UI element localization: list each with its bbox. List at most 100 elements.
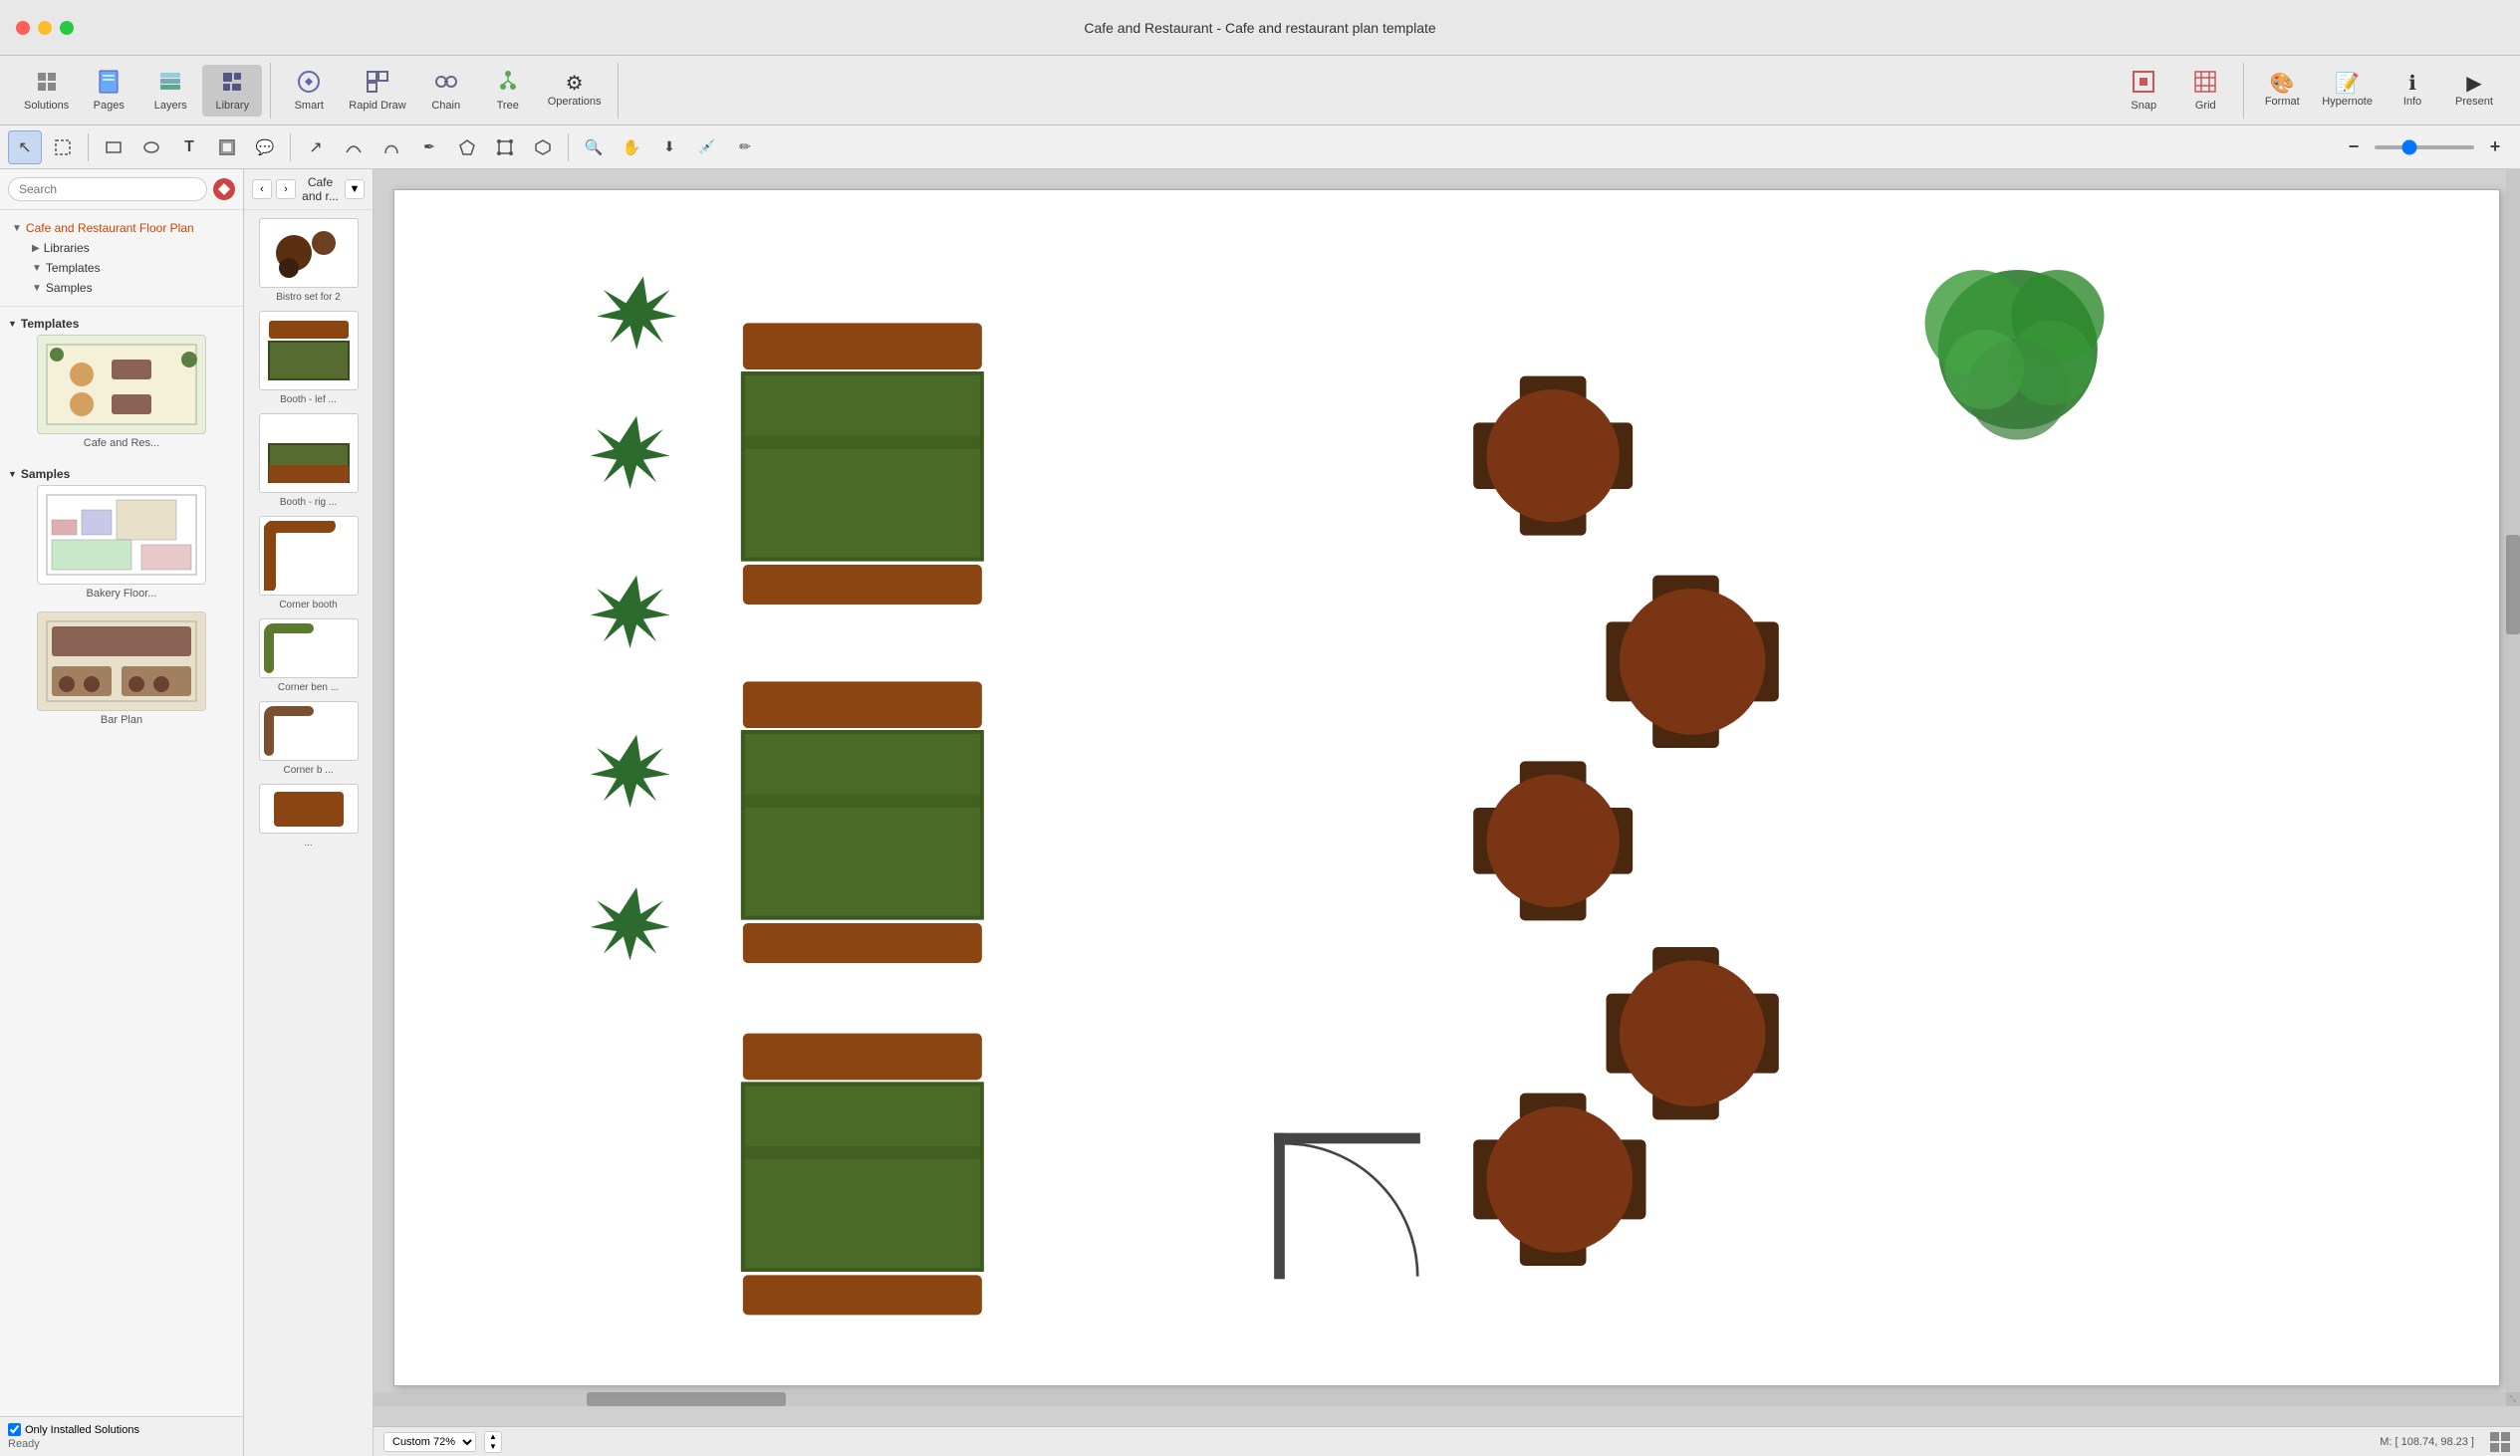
ellipse-tool-button[interactable] xyxy=(134,130,168,164)
h-scroll-thumb[interactable] xyxy=(587,1392,786,1406)
snap-button[interactable]: Snap xyxy=(2114,65,2173,117)
pages-icon xyxy=(98,70,120,98)
zoom-out-button[interactable]: − xyxy=(2337,130,2371,164)
library-button[interactable]: Library xyxy=(202,65,262,117)
rect-tool-button[interactable] xyxy=(97,130,130,164)
transform-tool-button[interactable] xyxy=(488,130,522,164)
panel-booth-right[interactable]: Booth - rig ... xyxy=(252,413,365,508)
panels-dropdown-button[interactable]: ▼ xyxy=(345,179,365,199)
app-layout: ▼ Cafe and Restaurant Floor Plan ▶ Libra… xyxy=(0,169,2520,1456)
bar-template-card[interactable]: Bar Plan xyxy=(8,611,235,726)
status-bar: Ready xyxy=(8,1438,235,1450)
corner-booth-thumb xyxy=(259,516,359,596)
anchor-tool-button[interactable] xyxy=(450,130,484,164)
nav-toolbar-group: Solutions Pages Layers Library xyxy=(8,63,271,119)
info-button[interactable]: ℹ Info xyxy=(2383,65,2442,117)
hypernote-button[interactable]: 📝 Hypernote xyxy=(2314,65,2381,117)
panel-corner-b[interactable]: Corner b ... xyxy=(252,701,365,776)
bar-template-thumb xyxy=(37,611,206,711)
rapid-draw-button[interactable]: Rapid Draw xyxy=(341,65,413,117)
grid-label: Grid xyxy=(2195,100,2216,112)
samples-section-header[interactable]: ▼ Samples xyxy=(8,461,235,485)
canvas-scrollbar-h[interactable] xyxy=(374,1392,2506,1406)
tree-samples[interactable]: ▼ Samples xyxy=(24,278,239,298)
panels-nav-title: Cafe and r... xyxy=(300,175,341,203)
tree-samples-label: Samples xyxy=(46,281,93,295)
canvas-area: ⤡ xyxy=(374,169,2520,1456)
panel-bistro-set[interactable]: Bistro set for 2 xyxy=(252,218,365,303)
tree-root[interactable]: ▼ Cafe and Restaurant Floor Plan xyxy=(4,218,239,238)
canvas-scrollbar-v[interactable] xyxy=(2506,169,2520,1386)
fill-tool-button[interactable]: ⬇ xyxy=(652,130,686,164)
smart-button[interactable]: Smart xyxy=(279,65,339,117)
grid-icon xyxy=(2193,70,2217,98)
templates-section-header[interactable]: ▼ Templates xyxy=(8,311,235,335)
marquee-tool-button[interactable] xyxy=(46,130,80,164)
search-magic-button[interactable] xyxy=(213,178,235,200)
arc-tool-button[interactable] xyxy=(375,130,408,164)
tree-tmpl-arrow: ▼ xyxy=(32,263,42,274)
operations-button[interactable]: ⚙ Operations xyxy=(540,65,610,117)
zoom-slider[interactable] xyxy=(2375,145,2474,149)
panels-next-button[interactable]: › xyxy=(276,179,296,199)
info-icon: ℹ xyxy=(2408,74,2416,94)
tree-templates[interactable]: ▼ Templates xyxy=(24,258,239,278)
panels-prev-button[interactable]: ‹ xyxy=(252,179,272,199)
pages-button[interactable]: Pages xyxy=(79,65,138,117)
select-tool-button[interactable]: ↖ xyxy=(8,130,42,164)
tree-libraries-label: Libraries xyxy=(44,241,90,255)
panel-booth-left[interactable]: Booth - lef ... xyxy=(252,311,365,405)
minimize-button[interactable] xyxy=(38,21,52,35)
curve-tool-button[interactable] xyxy=(337,130,371,164)
zoom-select[interactable]: Custom 72% 25% 50% 75% 100% 150% 200% xyxy=(383,1432,476,1452)
operations-label: Operations xyxy=(548,96,602,108)
more-thumb xyxy=(259,784,359,834)
search-input[interactable] xyxy=(8,177,207,201)
canvas-resize-corner: ⤡ xyxy=(2506,1386,2520,1406)
tree-samp-arrow: ▼ xyxy=(32,283,42,294)
arrow-tool-button[interactable]: ↗ xyxy=(299,130,333,164)
chain-button[interactable]: Chain xyxy=(416,65,476,117)
canvas-drawing-area[interactable] xyxy=(393,189,2500,1386)
present-button[interactable]: ▶ Present xyxy=(2444,65,2504,117)
note-tool-button[interactable]: 💬 xyxy=(248,130,282,164)
canvas[interactable]: ⤡ xyxy=(374,169,2520,1426)
solutions-button[interactable]: Solutions xyxy=(16,65,77,117)
hand-tool-button[interactable]: ✋ xyxy=(615,130,648,164)
maximize-button[interactable] xyxy=(60,21,74,35)
resize-indicator: ⤡ xyxy=(2506,1392,2520,1406)
canvas-search-button[interactable]: 🔍 xyxy=(577,130,611,164)
zoom-step-down[interactable]: ▼ xyxy=(485,1442,501,1452)
panel-corner-booth[interactable]: Corner booth xyxy=(252,516,365,610)
cafe-template-card[interactable]: Cafe and Res... xyxy=(8,335,235,449)
window-controls xyxy=(16,21,74,35)
grid-button[interactable]: Grid xyxy=(2175,65,2235,117)
hypernote-label: Hypernote xyxy=(2322,96,2373,108)
titlebar: Cafe and Restaurant - Cafe and restauran… xyxy=(0,0,2520,56)
tree-button[interactable]: Tree xyxy=(478,65,538,117)
corner-b-thumb xyxy=(259,701,359,761)
pen-tool-button[interactable]: ✒ xyxy=(412,130,446,164)
text-tool-button[interactable]: T xyxy=(172,130,206,164)
bakery-template-card[interactable]: Bakery Floor... xyxy=(8,485,235,600)
panel-corner-bench[interactable]: Corner ben ... xyxy=(252,618,365,693)
close-button[interactable] xyxy=(16,21,30,35)
plugin-tool-button[interactable] xyxy=(526,130,560,164)
layers-button[interactable]: Layers xyxy=(140,65,200,117)
style-tool-button[interactable]: ✏ xyxy=(728,130,762,164)
booth-right-label: Booth - rig ... xyxy=(280,497,337,508)
v-scroll-thumb[interactable] xyxy=(2506,535,2520,634)
zoom-step-up[interactable]: ▲ xyxy=(485,1432,501,1442)
installed-only-checkbox[interactable] xyxy=(8,1423,21,1436)
frame-tool-button[interactable] xyxy=(210,130,244,164)
toolbar-separator-2 xyxy=(290,133,291,161)
solutions-label: Solutions xyxy=(24,100,69,112)
panel-more[interactable]: ... xyxy=(252,784,365,849)
toolbar-separator-1 xyxy=(88,133,89,161)
tree-libraries[interactable]: ▶ Libraries xyxy=(24,238,239,258)
eyedrop-tool-button[interactable]: 💉 xyxy=(690,130,724,164)
cafe-template-label: Cafe and Res... xyxy=(84,437,159,449)
format-button[interactable]: 🎨 Format xyxy=(2252,65,2312,117)
zoom-in-button[interactable]: + xyxy=(2478,130,2512,164)
chain-icon xyxy=(434,70,458,98)
